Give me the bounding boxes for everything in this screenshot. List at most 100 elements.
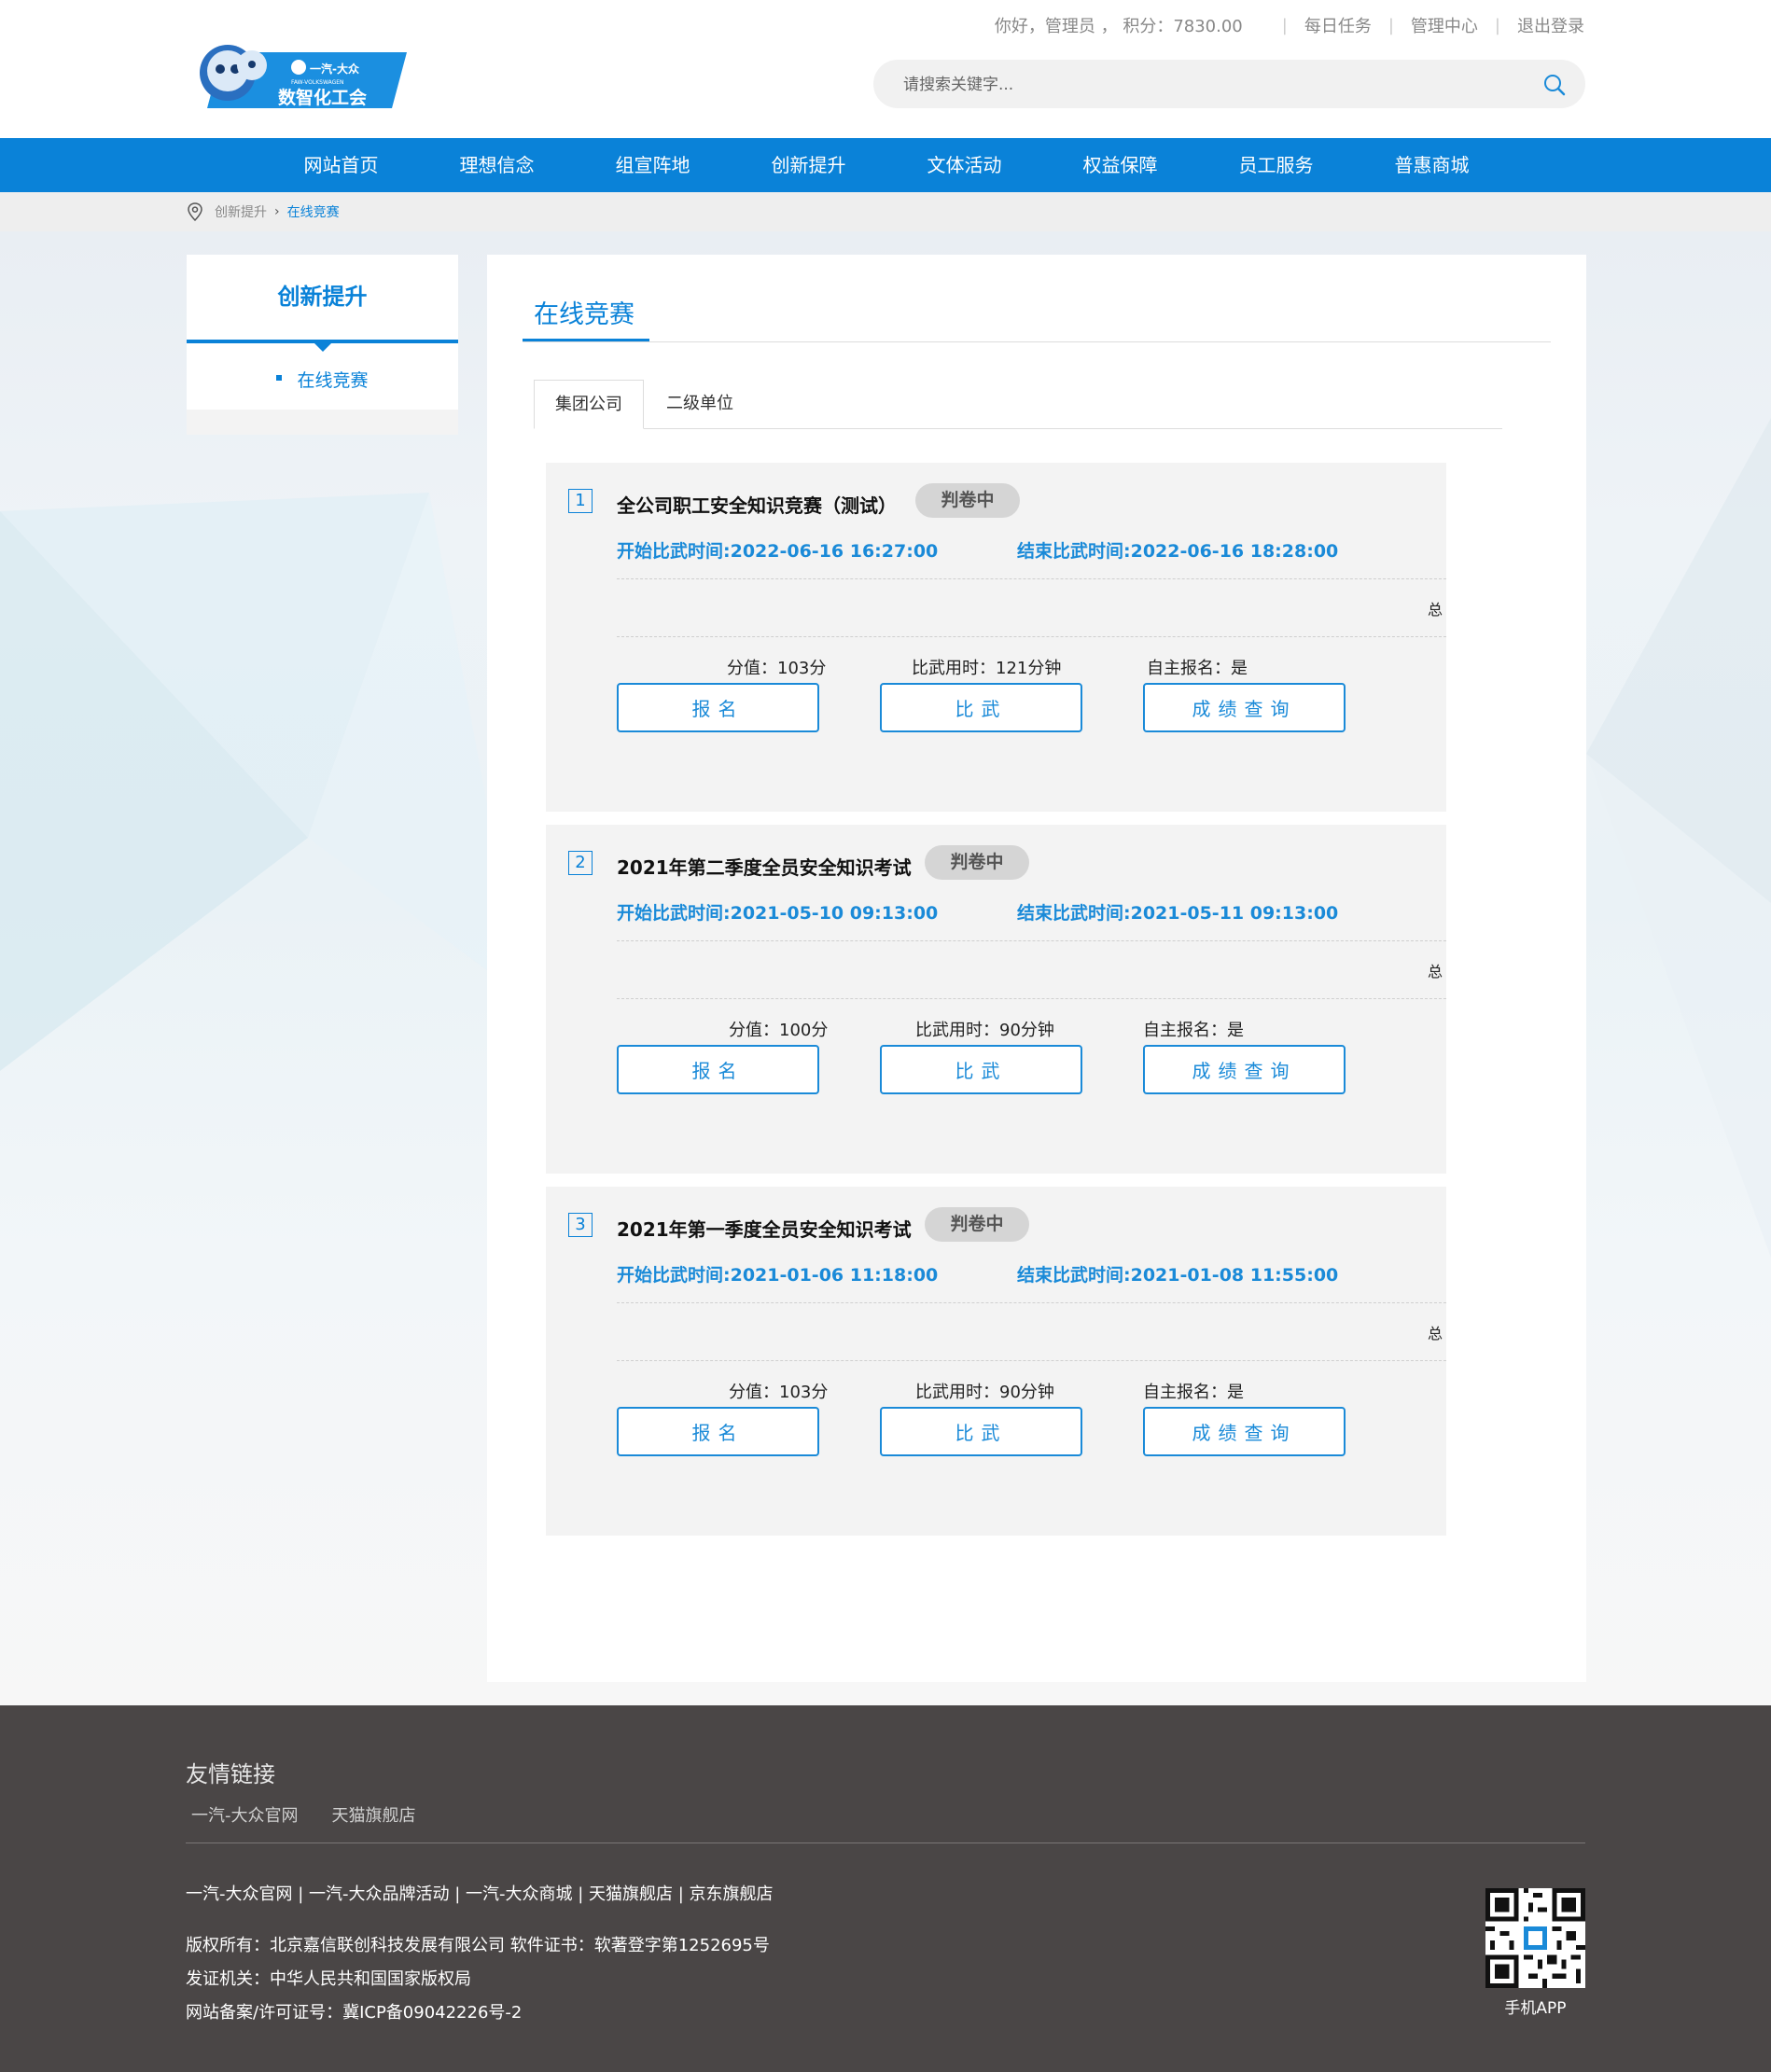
user-bar: 你好，管理员 ， 积分：7830.00 | 每日任务 | 管理中心 | 退出登录	[995, 13, 1584, 37]
nav-ideals[interactable]: 理想信念	[419, 138, 575, 192]
divider: |	[1388, 15, 1394, 35]
breadcrumb-current: 在线竞赛	[286, 205, 340, 220]
competition-number: 1	[568, 489, 593, 513]
nav-mall[interactable]: 普惠商城	[1354, 138, 1510, 192]
search-icon[interactable]	[1542, 73, 1567, 97]
score-value: 分值：103分	[729, 1383, 829, 1402]
duration-value: 比武用时：90分钟	[915, 1383, 1054, 1402]
user-greeting: 你好，管理员 ， 积分：7830.00	[994, 17, 1243, 36]
end-time: 结束比武时间:2021-01-08 11:55:00	[1017, 1265, 1339, 1286]
divider: |	[1494, 15, 1500, 35]
competition-card: 2 2021年第二季度全员安全知识考试 判卷中 开始比武时间:2021-05-1…	[546, 825, 1446, 1174]
start-time: 开始比武时间:2021-01-06 11:18:00	[617, 1265, 939, 1286]
divider: |	[1281, 15, 1288, 35]
tab-bar: 集团公司 二级单位	[534, 380, 1502, 429]
search-box	[873, 60, 1585, 110]
sidebar-item-label: 在线竞赛	[297, 370, 369, 391]
dashed-divider	[617, 1360, 1446, 1361]
competition-number: 3	[568, 1213, 593, 1237]
total-label: 总	[1427, 601, 1443, 619]
tab-group-company[interactable]: 集团公司	[534, 380, 644, 429]
duration-value: 比武用时：121分钟	[912, 659, 1062, 678]
friend-link-tmall[interactable]: 天猫旗舰店	[332, 1802, 416, 1827]
start-time: 开始比武时间:2021-05-10 09:13:00	[617, 903, 939, 924]
competition-title[interactable]: 2021年第一季度全员安全知识考试	[617, 1215, 912, 1242]
status-badge: 判卷中	[915, 483, 1020, 518]
dashed-divider	[617, 636, 1446, 637]
signup-button[interactable]: 报名	[617, 1045, 819, 1094]
admin-center-link[interactable]: 管理中心	[1411, 13, 1478, 37]
end-time: 结束比武时间:2022-06-16 18:28:00	[1017, 541, 1339, 562]
sidebar-title: 创新提升	[277, 284, 368, 310]
score-value: 分值：100分	[729, 1021, 829, 1040]
footer-copyright: 版权所有：北京嘉信联创科技发展有限公司 软件证书：软著登字第1252695号	[186, 1936, 770, 1955]
dashed-divider	[617, 578, 1446, 579]
competition-title[interactable]: 全公司职工安全知识竞赛（测试）	[617, 491, 897, 518]
site-footer: 友情链接 一汽-大众官网 天猫旗舰店 一汽-大众官网 | 一汽-大众品牌活动 |…	[0, 1705, 1771, 2072]
competition-title[interactable]: 2021年第二季度全员安全知识考试	[617, 853, 912, 880]
sidebar: 创新提升 在线竞赛	[187, 255, 458, 435]
nav-innovation[interactable]: 创新提升	[731, 138, 886, 192]
start-time: 开始比武时间:2022-06-16 16:27:00	[617, 541, 939, 562]
score-query-button[interactable]: 成绩查询	[1143, 1045, 1346, 1094]
main-panel: 在线竞赛 集团公司 二级单位 1 全公司职工安全知识竞赛（测试） 判卷中 开始比…	[487, 255, 1586, 1682]
dashed-divider	[617, 1302, 1446, 1303]
competition-card: 1 全公司职工安全知识竞赛（测试） 判卷中 开始比武时间:2022-06-16 …	[546, 463, 1446, 812]
footer-icp: 网站备案/许可证号：冀ICP备09042226号-2	[186, 2003, 523, 2023]
site-header: 一汽-大众 FAW-VOLKSWAGEN 数智化工会 你好，管理员 ， 积分：7…	[0, 0, 1771, 138]
self-signup-value: 自主报名：是	[1143, 1383, 1244, 1402]
page-title: 在线竞赛	[534, 300, 634, 329]
logout-link[interactable]: 退出登录	[1517, 13, 1584, 37]
signup-button[interactable]: 报名	[617, 683, 819, 732]
status-badge: 判卷中	[925, 845, 1029, 880]
nav-culture[interactable]: 文体活动	[886, 138, 1042, 192]
qr-code-icon	[1485, 1888, 1585, 1988]
location-pin-icon	[187, 202, 203, 222]
bullet-icon	[276, 374, 283, 381]
friend-link-fvw[interactable]: 一汽-大众官网	[191, 1802, 299, 1827]
title-divider	[523, 341, 1551, 342]
mobile-app-label: 手机APP	[1504, 1999, 1567, 2018]
friend-links: 一汽-大众官网 天猫旗舰店	[191, 1802, 450, 1827]
friend-links-title: 友情链接	[186, 1761, 275, 1787]
total-label: 总	[1427, 1325, 1443, 1342]
duration-value: 比武用时：90分钟	[915, 1021, 1054, 1040]
compete-button[interactable]: 比武	[880, 683, 1082, 732]
caret-down-icon	[314, 343, 331, 352]
nav-publicity[interactable]: 组宣阵地	[575, 138, 731, 192]
site-logo[interactable]: 一汽-大众 FAW-VOLKSWAGEN 数智化工会	[194, 34, 407, 114]
competition-number: 2	[568, 851, 593, 875]
total-label: 总	[1427, 963, 1443, 980]
sidebar-item-online-competition[interactable]: 在线竞赛	[187, 357, 458, 404]
score-query-button[interactable]: 成绩查询	[1143, 1407, 1346, 1456]
svg-text:FAW-VOLKSWAGEN: FAW-VOLKSWAGEN	[291, 79, 344, 86]
svg-text:数智化工会: 数智化工会	[278, 87, 367, 108]
search-input[interactable]	[901, 60, 1502, 110]
compete-button[interactable]: 比武	[880, 1407, 1082, 1456]
score-query-button[interactable]: 成绩查询	[1143, 683, 1346, 732]
self-signup-value: 自主报名：是	[1147, 659, 1248, 678]
footer-site-links[interactable]: 一汽-大众官网 | 一汽-大众品牌活动 | 一汽-大众商城 | 天猫旗舰店 | …	[186, 1881, 774, 1905]
compete-button[interactable]: 比武	[880, 1045, 1082, 1094]
score-value: 分值：103分	[727, 659, 827, 678]
self-signup-value: 自主报名：是	[1143, 1021, 1244, 1040]
status-badge: 判卷中	[925, 1207, 1029, 1242]
breadcrumb-parent[interactable]: 创新提升	[215, 202, 267, 221]
nav-rights[interactable]: 权益保障	[1042, 138, 1198, 192]
footer-issuer: 发证机关：中华人民共和国国家版权局	[186, 1969, 471, 1989]
main-nav: 网站首页 理想信念 组宣阵地 创新提升 文体活动 权益保障 员工服务 普惠商城	[0, 138, 1771, 192]
nav-employee-service[interactable]: 员工服务	[1198, 138, 1354, 192]
sidebar-footer	[187, 410, 458, 435]
tab-secondary-unit[interactable]: 二级单位	[646, 380, 754, 427]
chevron-right-icon: ›	[274, 204, 280, 219]
nav-home[interactable]: 网站首页	[263, 138, 419, 192]
dashed-divider	[617, 998, 1446, 999]
daily-task-link[interactable]: 每日任务	[1304, 13, 1372, 37]
svg-text:一汽-大众: 一汽-大众	[310, 62, 360, 76]
end-time: 结束比武时间:2021-05-11 09:13:00	[1017, 903, 1339, 924]
competition-card: 3 2021年第一季度全员安全知识考试 判卷中 开始比武时间:2021-01-0…	[546, 1187, 1446, 1536]
signup-button[interactable]: 报名	[617, 1407, 819, 1456]
dashed-divider	[617, 940, 1446, 941]
breadcrumb: 创新提升 › 在线竞赛	[187, 192, 340, 231]
breadcrumb-bar: 创新提升 › 在线竞赛	[0, 192, 1771, 231]
